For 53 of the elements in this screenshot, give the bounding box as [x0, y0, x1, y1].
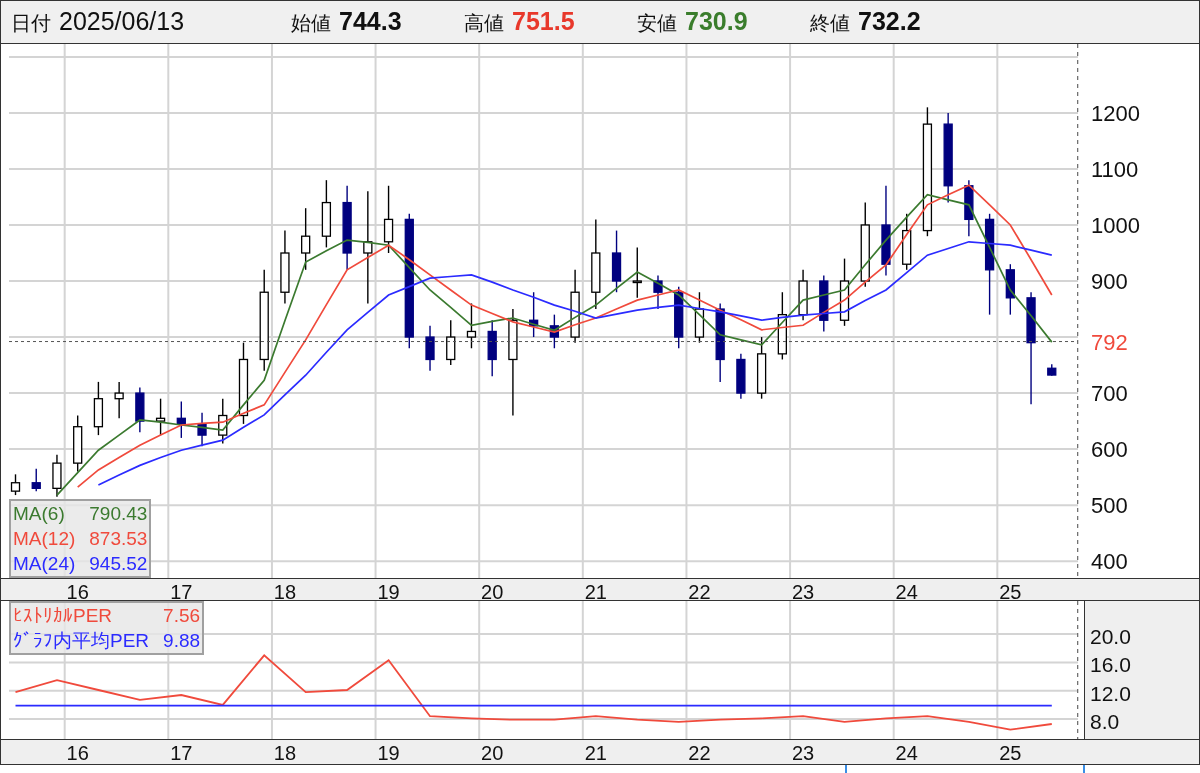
axis-tick-label: 16 — [66, 580, 89, 605]
field-label: 安値 — [637, 11, 677, 37]
axis-tick-label: 12.0 — [1090, 682, 1131, 705]
axis-tick-label: 1000 — [1091, 213, 1140, 238]
axis-tick-label: 20 — [481, 741, 504, 766]
field-label: 始値 — [291, 11, 331, 37]
axis-tick-label: 24 — [895, 580, 918, 605]
axis-tick-label: 8.0 — [1090, 711, 1120, 734]
legend-value: 9.88 — [163, 629, 201, 653]
field-value: 730.9 — [685, 6, 748, 38]
field-label: 終値 — [810, 11, 850, 37]
legend-label: MA(24) — [13, 552, 76, 576]
field-value: 751.5 — [512, 6, 575, 38]
axis-tick-label: 18 — [273, 580, 297, 605]
axis-tick-label: 25 — [999, 580, 1022, 605]
legend-value: 945.52 — [89, 552, 148, 576]
axis-tick-label: 1100 — [1091, 156, 1139, 182]
field-value: 732.2 — [858, 6, 921, 38]
field-value: 744.3 — [339, 6, 402, 38]
legend-label: MA(12) — [13, 527, 76, 551]
axis-tick-label: 22 — [688, 741, 711, 766]
axis-tick-label: 25 — [999, 741, 1022, 766]
axis-tick-label: 23 — [791, 580, 815, 605]
legend-value: 7.56 — [163, 604, 201, 628]
axis-tick-label: 17 — [170, 580, 193, 605]
axis-tick-label: 23 — [791, 741, 815, 766]
axis-tick-label: 700 — [1091, 381, 1128, 407]
legend-label: MA(6) — [13, 502, 65, 526]
axis-tick-label: 20.0 — [1090, 626, 1131, 649]
price-level-label: 792 — [1091, 329, 1128, 355]
axis-tick-label: 16.0 — [1090, 654, 1131, 677]
legend-label: ｸﾞﾗﾌ内平均PER — [13, 629, 150, 653]
axis-tick-label: 20 — [481, 580, 504, 605]
axis-tick-label: 21 — [584, 580, 607, 605]
axis-tick-label: 17 — [170, 741, 193, 766]
legend-value: 790.43 — [89, 502, 148, 526]
axis-tick-label: 500 — [1091, 493, 1128, 519]
axis-tick-label: 16 — [66, 741, 89, 766]
legend-label: ﾋｽﾄﾘｶﾙPER — [13, 604, 113, 628]
axis-tick-label: 900 — [1091, 269, 1128, 294]
legend-value: 873.53 — [89, 527, 148, 551]
field-value: 2025/06/13 — [59, 6, 185, 38]
axis-tick-label: 1200 — [1091, 100, 1140, 126]
field-label: 日付 — [11, 11, 51, 37]
field-label: 高値 — [464, 11, 504, 37]
axis-tick-label: 18 — [273, 741, 297, 766]
axis-tick-label: 19 — [377, 741, 400, 766]
axis-tick-label: 400 — [1091, 549, 1128, 575]
axis-tick-label: 600 — [1091, 437, 1128, 463]
axis-tick-label: 22 — [688, 580, 711, 605]
axis-tick-label: 19 — [377, 580, 400, 605]
axis-tick-label: 21 — [584, 741, 607, 766]
axis-tick-label: 24 — [895, 741, 918, 766]
